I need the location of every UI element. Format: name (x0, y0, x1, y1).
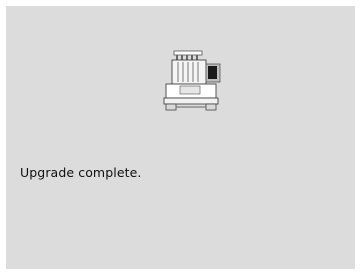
upgrade-status-message: Upgrade complete. (20, 165, 142, 180)
upgrade-screen: Upgrade complete. (6, 6, 355, 269)
embroidery-machine-icon (163, 50, 221, 111)
